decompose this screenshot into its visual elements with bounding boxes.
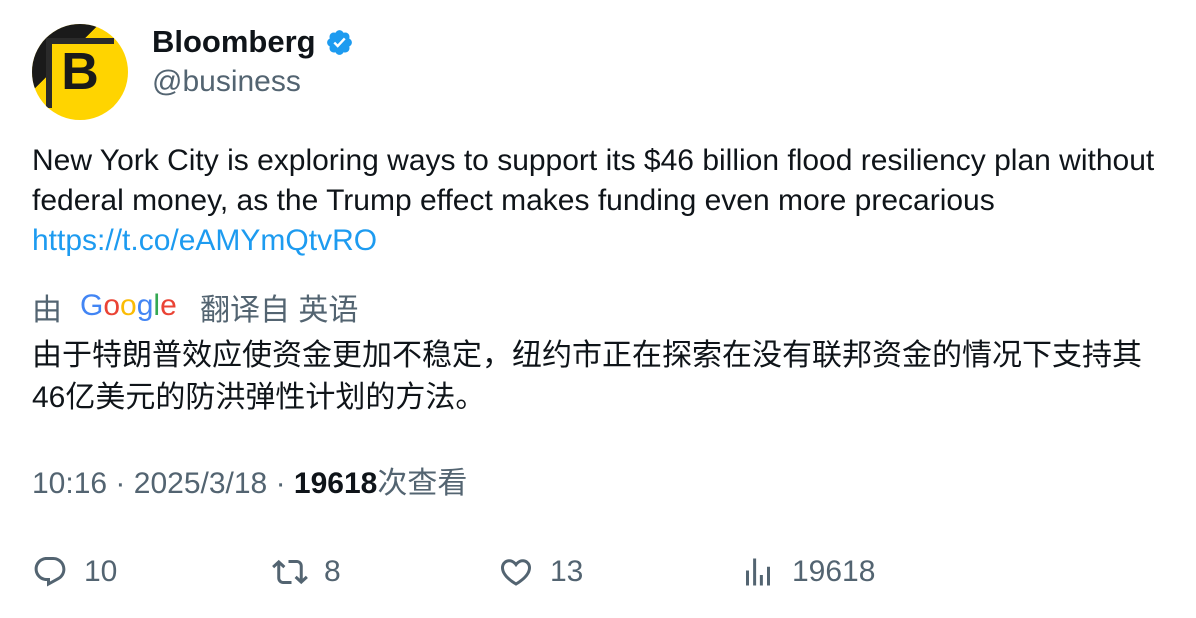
reply-count: 10 [84,555,118,588]
meta-separator: · [115,467,126,500]
retweet-count: 8 [324,555,341,588]
tweet-body: New York City is exploring ways to suppo… [32,144,1155,217]
author-handle[interactable]: @business [152,62,301,102]
views-count: 19618 [293,467,378,500]
meta-separator: · [275,467,286,500]
retweet-button[interactable]: 8 [272,551,341,593]
svg-text:Google: Google [80,290,177,322]
translation-by-label: 由 [32,294,62,327]
translation-attribution: 由 Google 翻译自 英语 [32,287,358,327]
translated-text: 由于特朗普效应使资金更加不稳定，纽约市正在探索在没有联邦资金的情况下支持其46亿… [32,339,1142,414]
reply-icon [34,557,66,587]
like-button[interactable]: 13 [498,551,583,593]
author-name[interactable]: Bloomberg [152,22,316,62]
tweet-text: New York City is exploring ways to suppo… [32,141,1162,261]
tweet-date[interactable]: 2025/3/18 [134,467,267,500]
avatar[interactable]: B [32,24,128,120]
avatar-letter: B [61,43,99,101]
views-chart-icon [746,558,770,586]
views-button[interactable]: 19618 [740,551,875,593]
verified-badge-icon [326,29,352,55]
like-count: 13 [550,555,584,588]
views-action-count: 19618 [792,555,876,588]
heart-icon [500,559,532,586]
reply-button[interactable]: 10 [32,551,117,593]
tweet-link[interactable]: https://t.co/eAMYmQtvRO [32,224,377,257]
google-logo: Google [80,290,177,322]
retweet-icon [272,559,308,585]
views-label: 次查看 [377,467,468,500]
tweet-meta: 10:16 · 2025/3/18 · 19618次查看 [32,464,467,504]
author-name-row[interactable]: Bloomberg [152,22,354,62]
tweet-time[interactable]: 10:16 [32,467,107,500]
translation-source-label: 翻译自 英语 [200,294,359,327]
